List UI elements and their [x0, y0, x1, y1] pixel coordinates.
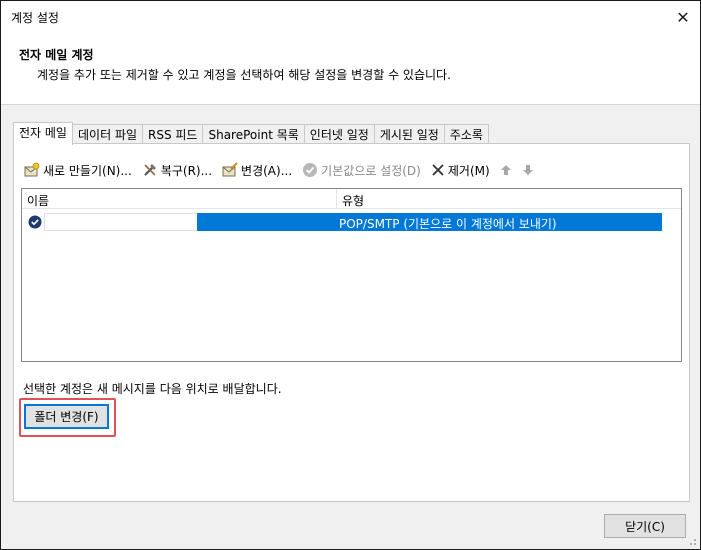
column-header-type[interactable]: 유형 — [342, 192, 364, 209]
list-header: 이름 유형 — [22, 189, 681, 209]
remove-label: 제거(M) — [447, 163, 490, 178]
check-circle-icon — [303, 163, 318, 177]
tab-strip: 전자 메일 데이터 파일 RSS 피드 SharePoint 목록 인터넷 일정… — [13, 122, 489, 146]
account-row[interactable]: POP/SMTP (기본으로 이 계정에서 보내기) — [22, 212, 681, 232]
dialog-header: 전자 메일 계정 계정을 추가 또는 제거할 수 있고 계정을 선택하여 해당 … — [1, 33, 700, 105]
new-account-label: 새로 만들기(N)... — [43, 163, 132, 178]
remove-button[interactable]: 제거(M) — [431, 162, 490, 179]
account-toolbar: 새로 만들기(N)... 복구(R)... 변경(A)... 기본값으로 설정(… — [24, 160, 544, 180]
change-label: 변경(A)... — [241, 163, 293, 178]
close-window-button[interactable]: ✕ — [666, 1, 700, 33]
column-divider[interactable] — [336, 189, 337, 209]
move-down-button[interactable] — [522, 164, 534, 176]
account-list: 이름 유형 POP/SMTP (기본으로 이 계정에서 보내기) — [21, 188, 682, 362]
close-button[interactable]: 닫기(C) — [604, 514, 686, 538]
account-settings-window: 계정 설정 ✕ 전자 메일 계정 계정을 추가 또는 제거할 수 있고 계정을 … — [0, 0, 701, 550]
change-icon — [222, 162, 238, 177]
repair-button[interactable]: 복구(R)... — [142, 162, 212, 179]
set-default-button[interactable]: 기본값으로 설정(D) — [302, 162, 421, 179]
remove-x-icon — [432, 164, 444, 176]
header-description: 계정을 추가 또는 제거할 수 있고 계정을 선택하여 해당 설정을 변경할 수… — [37, 68, 451, 82]
window-title: 계정 설정 — [11, 11, 59, 25]
header-title: 전자 메일 계정 — [19, 48, 94, 62]
title-bar: 계정 설정 ✕ — [1, 1, 700, 33]
resize-grip-icon[interactable] — [687, 536, 697, 546]
change-button[interactable]: 변경(A)... — [222, 162, 292, 179]
default-account-icon — [28, 215, 42, 232]
tab-email[interactable]: 전자 메일 — [13, 122, 73, 145]
change-folder-button[interactable]: 폴더 변경(F) — [24, 404, 109, 429]
email-tab-panel: 새로 만들기(N)... 복구(R)... 변경(A)... 기본값으로 설정(… — [13, 143, 690, 502]
set-default-label: 기본값으로 설정(D) — [321, 163, 421, 178]
deliver-location-text: 선택한 계정은 새 메시지를 다음 위치로 배달합니다. — [23, 382, 282, 396]
move-up-button[interactable] — [500, 164, 512, 176]
repair-icon — [144, 164, 156, 176]
column-header-name[interactable]: 이름 — [27, 192, 49, 209]
repair-label: 복구(R)... — [160, 163, 213, 178]
arrow-up-icon — [500, 165, 511, 175]
arrow-down-icon — [522, 165, 533, 175]
new-account-button[interactable]: 새로 만들기(N)... — [24, 162, 132, 179]
account-name-cell — [44, 213, 197, 231]
new-account-icon — [24, 162, 40, 177]
account-type-cell: POP/SMTP (기본으로 이 계정에서 보내기) — [339, 217, 557, 231]
